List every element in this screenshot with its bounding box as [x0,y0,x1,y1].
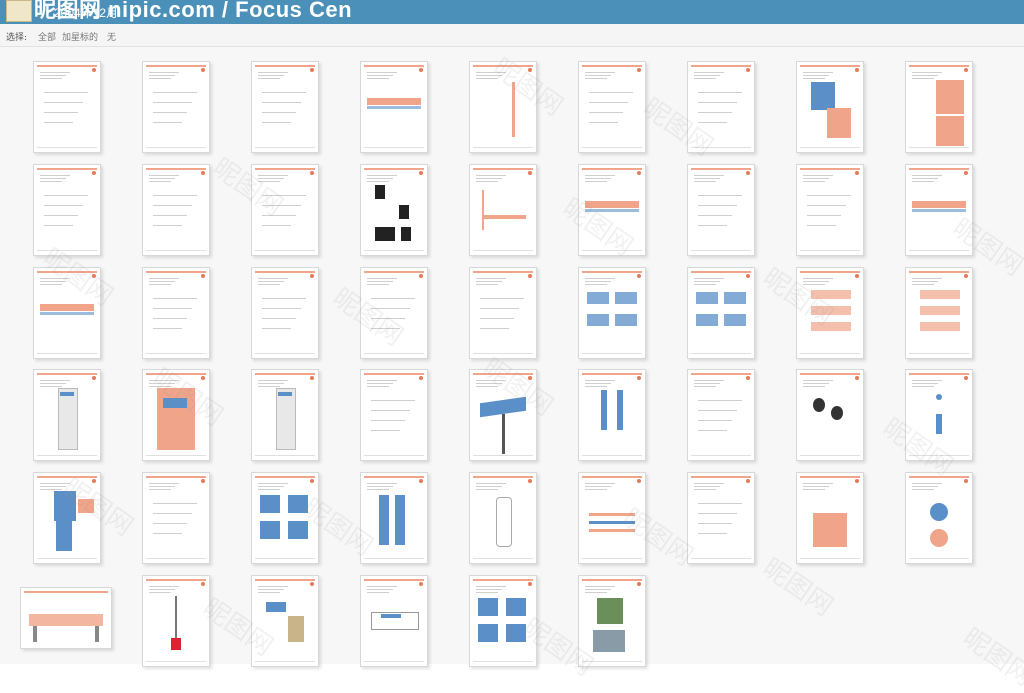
thumbnail-trousers[interactable] [360,472,428,564]
thumbnail-cards-stack[interactable] [796,267,864,359]
thumbnail-bottle[interactable] [469,472,537,564]
thumbnail-vehicles[interactable] [578,267,646,359]
thumbnail-orange-cover[interactable] [905,61,973,153]
thumbnail-flag-pole[interactable] [142,575,210,667]
thumbnail-text-page[interactable] [33,61,101,153]
filter-option-starred[interactable]: 加星标的 [62,30,98,43]
thumbnail-flag-tree[interactable] [251,575,319,667]
thumbnail-frame-page[interactable] [360,267,428,359]
thumbnail-banner-page[interactable] [33,267,101,359]
thumbnail-ties[interactable] [578,369,646,461]
thumbnail-uniform-person[interactable] [33,472,101,564]
thumbnail-letterhead[interactable] [469,61,537,153]
thumbnail-signboard[interactable] [33,369,101,461]
thumbnail-photos[interactable] [578,575,646,667]
thumbnail-billboard[interactable] [469,369,537,461]
thumbnail-doc-page[interactable] [687,472,755,564]
thumbnail-blue-orange-cards[interactable] [796,61,864,153]
thumbnail-outlines[interactable] [142,472,210,564]
thumbnail-banner-page[interactable] [905,164,973,256]
upload-date: 2004年12月 [54,6,119,20]
thumbnail-black-samples[interactable] [360,164,428,256]
thumbnail-letter[interactable] [578,61,646,153]
thumbnail-gate-sign[interactable] [360,575,428,667]
site-logo-icon [6,0,32,22]
site-header: 昵图网 nipic.com / Focus Cen 2004年12月 [0,0,1024,24]
thumbnail-narrow-doc[interactable] [33,164,101,256]
filter-label: 选择: [6,33,28,43]
thumbnail-form-page[interactable] [142,164,210,256]
thumbnail-text-list[interactable] [687,61,755,153]
thumbnail-banner-page[interactable] [578,164,646,256]
thumbnail-envelope[interactable] [469,164,537,256]
thumbnail-banner-page[interactable] [360,61,428,153]
thumbnail-trucks[interactable] [687,267,755,359]
watermark-text: 昵图网 [957,622,1024,693]
thumbnail-wide-sign[interactable] [20,587,112,649]
thumbnail-text-page[interactable] [251,164,319,256]
thumbnail-shirts-grid[interactable] [469,575,537,667]
thumbnail-orange-poster[interactable] [142,369,210,461]
filter-option-none[interactable]: 无 [107,30,116,43]
thumbnail-standing-sign[interactable] [251,369,319,461]
thumbnail-text-page[interactable] [251,61,319,153]
thumbnail-grid-page[interactable] [142,267,210,359]
thumbnail-text-page[interactable] [142,61,210,153]
thumbnail-stripes[interactable] [578,472,646,564]
filter-bar: 选择: 全部 加星标的 无 [0,24,1024,47]
thumbnail-gray-panel[interactable] [360,369,428,461]
thumbnail-orange-box[interactable] [796,472,864,564]
thumbnail-white-frame[interactable] [251,267,319,359]
thumbnail-text-page[interactable] [687,164,755,256]
thumbnail-jackets[interactable] [251,472,319,564]
thumbnail-forms[interactable] [469,267,537,359]
thumbnail-gallery: 昵图网昵图网昵图网昵图网昵图网昵图网昵图网昵图网昵图网昵图网昵图网昵图网昵图网昵… [0,47,1024,692]
filter-option-all[interactable]: 全部 [38,30,56,43]
thumbnail-tall-docs[interactable] [796,164,864,256]
thumbnail-small-items[interactable] [905,369,973,461]
thumbnail-watches[interactable] [796,369,864,461]
thumbnail-badges[interactable] [905,472,973,564]
thumbnail-hangers[interactable] [687,369,755,461]
thumbnail-cards-stack[interactable] [905,267,973,359]
